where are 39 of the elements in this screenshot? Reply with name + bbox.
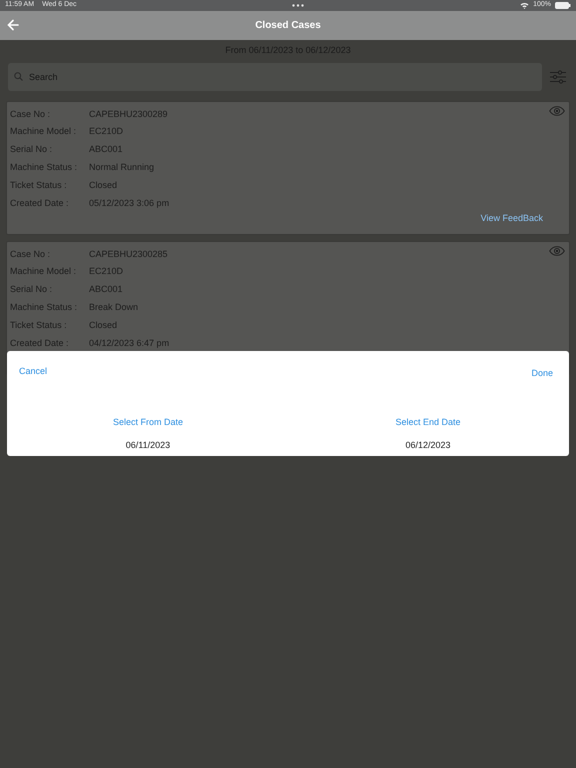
field-value: Break Down [89,301,138,314]
field-value: 04/12/2023 6:47 pm [89,336,170,350]
field-label: Machine Model : [10,125,78,138]
field-label: Case No : [10,248,52,261]
eye-icon[interactable] [549,246,565,256]
filter-icon[interactable] [550,70,566,84]
field-value: EC210D [89,265,124,278]
date-select-button[interactable]: Select From Date [112,416,184,430]
field-label: Created Date : [10,196,70,210]
screen-title: Closed Cases [255,19,321,33]
field-label: Case No : [10,108,52,121]
field-value: 05/12/2023 3:06 pm [89,196,170,210]
date-select-button[interactable]: Select End Date [395,416,461,430]
field-label: Machine Model : [10,265,78,278]
field-label: Ticket Status : [10,318,68,332]
date-value: 06/12/2023 [405,440,451,450]
field-label: Serial No : [10,283,54,296]
field-value: CAPEBHU2300289 [89,108,168,121]
field-label: Serial No : [10,143,54,156]
field-label: Created Date : [10,336,70,350]
field-value: ABC001 [89,283,123,296]
field-label: Machine Status : [10,161,78,174]
multitasking-icon[interactable] [292,4,304,7]
field-value: EC210D [89,125,124,138]
field-label: Ticket Status : [10,178,68,192]
eye-icon[interactable] [549,106,565,116]
done-button[interactable]: Done [531,367,553,380]
wifi-icon [520,2,530,9]
back-icon[interactable] [7,19,19,31]
field-label: Machine Status : [10,301,78,314]
cancel-button[interactable]: Cancel [19,365,48,378]
field-value: Closed [89,178,118,192]
field-value: ABC001 [89,143,123,156]
field-value: Normal Running [89,161,154,174]
view-feedback-link[interactable]: View FeedBack [480,212,543,226]
battery-icon [555,2,571,9]
field-value: Closed [89,318,118,332]
field-value: CAPEBHU2300285 [89,248,168,261]
date-value: 06/11/2023 [126,440,170,450]
